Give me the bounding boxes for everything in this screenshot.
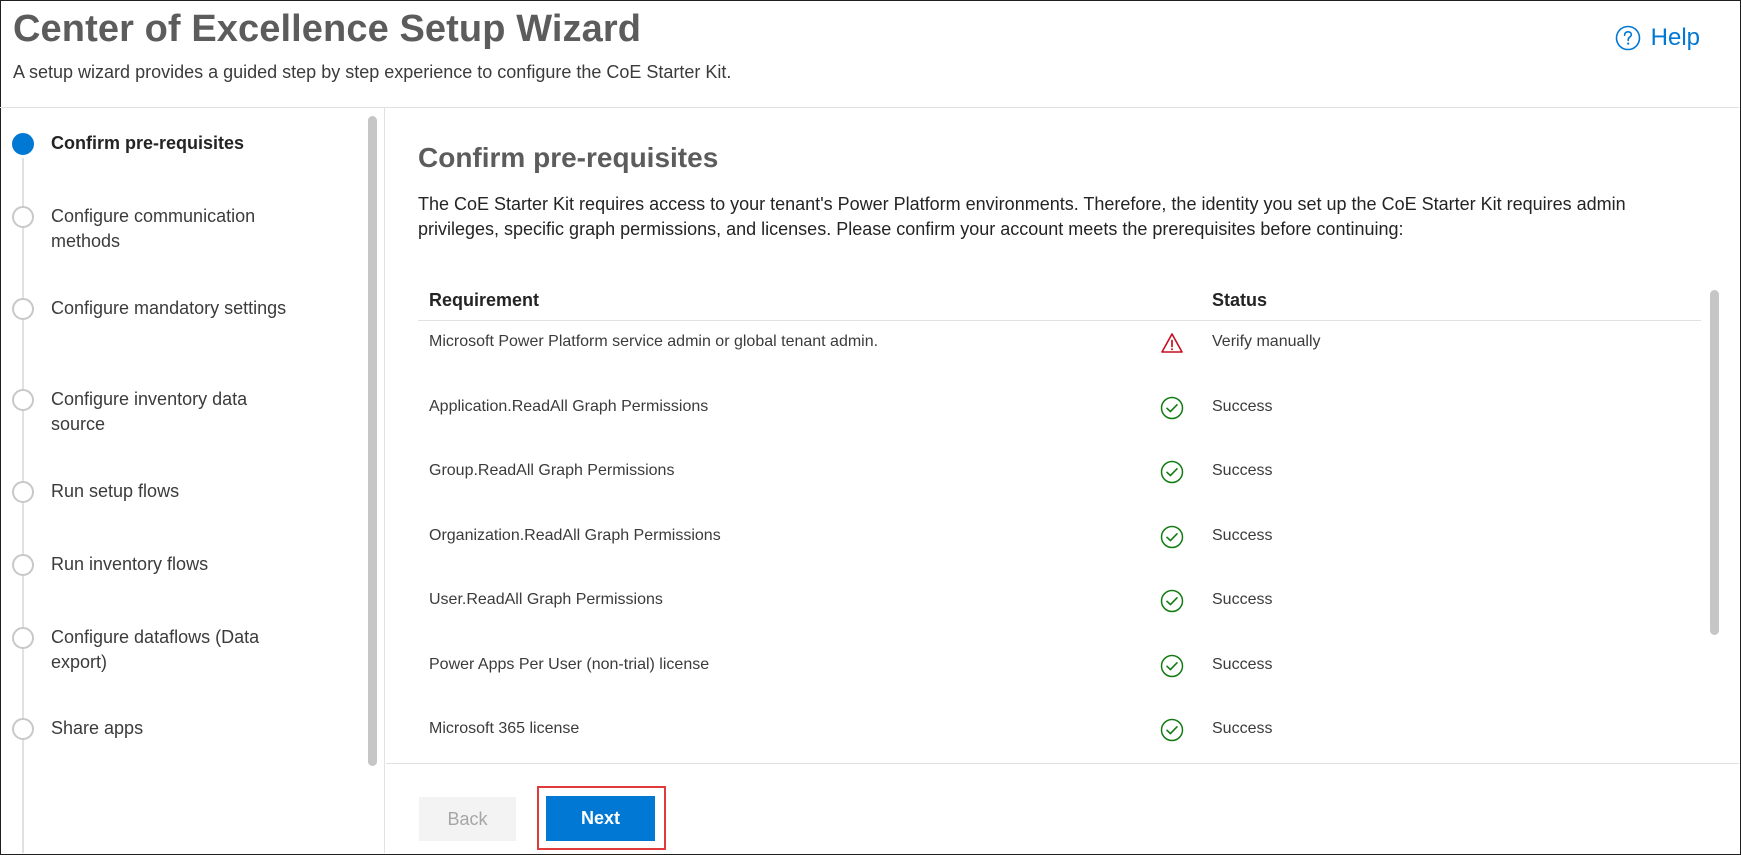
next-button-highlight: Next (537, 786, 666, 850)
step-dot-icon (12, 627, 34, 649)
step-label: Run setup flows (51, 481, 180, 501)
section-heading: Confirm pre-requisites (418, 142, 719, 173)
status-cell: Success (1212, 526, 1273, 544)
intro-text: The CoE Starter Kit requires access to y… (418, 194, 1626, 239)
step-dot-icon (12, 554, 34, 576)
success-check-icon (1160, 460, 1184, 484)
requirement-cell: Group.ReadAll Graph Permissions (429, 462, 675, 479)
table-row: Organization.ReadAll Graph Permissions S… (418, 515, 1701, 580)
step-active-dot-icon (12, 133, 34, 155)
requirement-cell: Microsoft 365 license (429, 720, 580, 737)
success-check-icon (1160, 654, 1184, 677)
help-label: Help (1650, 24, 1700, 51)
success-check-icon (1160, 718, 1184, 742)
help-circle-icon (1615, 25, 1640, 51)
table-row: Application.ReadAll Graph Permissions Su… (418, 386, 1701, 451)
step-configure-inventory-source[interactable]: Configure inventory data source (12, 389, 291, 437)
success-check-icon (1160, 589, 1184, 613)
step-label: Share apps (51, 718, 144, 738)
main-scrollbar[interactable] (1710, 290, 1719, 635)
status-cell: Success (1212, 591, 1273, 608)
requirement-cell: Organization.ReadAll Graph Permissions (429, 526, 721, 544)
step-dot-icon (12, 298, 34, 320)
requirement-cell: Application.ReadAll Graph Permissions (429, 397, 709, 415)
status-cell: Success (1212, 720, 1273, 737)
column-header-status: Status (1212, 290, 1268, 310)
table-row: Group.ReadAll Graph Permissions Success (418, 450, 1701, 515)
step-label: Configure communication methods (51, 206, 256, 251)
column-header-requirement: Requirement (429, 290, 540, 310)
success-check-icon (1160, 525, 1184, 548)
step-label: Configure inventory data source (51, 389, 248, 434)
step-run-inventory-flows[interactable]: Run inventory flows (12, 554, 291, 577)
table-row: User.ReadAll Graph Permissions Success (418, 579, 1701, 644)
step-configure-communication[interactable]: Configure communication methods (12, 206, 291, 254)
page-title: Center of Excellence Setup Wizard (13, 8, 642, 50)
step-dot-icon (12, 389, 34, 411)
step-dot-icon (12, 206, 34, 228)
status-cell: Success (1212, 462, 1273, 479)
warning-icon (1161, 333, 1183, 353)
step-run-setup-flows[interactable]: Run setup flows (12, 481, 291, 504)
step-label: Confirm pre-requisites (51, 133, 245, 153)
requirement-cell: Power Apps Per User (non-trial) license (429, 655, 710, 673)
table-row: Microsoft 365 license Success (418, 708, 1701, 763)
wizard-steps-sidebar: Confirm pre-requisites Configure communi… (0, 108, 385, 853)
status-cell: Success (1212, 397, 1273, 415)
step-label: Run inventory flows (51, 554, 209, 574)
step-configure-dataflows[interactable]: Configure dataflows (Data export) (12, 627, 291, 675)
back-button[interactable]: Back (419, 797, 516, 841)
table-header: Requirement Status (418, 278, 1701, 321)
success-check-icon (1160, 396, 1184, 419)
requirements-table: Requirement Status Microsoft Power Platf… (418, 278, 1701, 763)
status-cell: Success (1212, 655, 1273, 673)
requirement-cell: Microsoft Power Platform service admin o… (429, 333, 879, 350)
step-share-apps[interactable]: Share apps (12, 718, 291, 741)
step-dot-icon (12, 718, 34, 740)
sidebar-scrollbar[interactable] (368, 116, 377, 766)
requirement-cell: User.ReadAll Graph Permissions (429, 591, 663, 608)
step-label: Configure dataflows (Data export) (51, 627, 260, 672)
status-cell: Verify manually (1212, 333, 1321, 350)
next-button[interactable]: Next (546, 796, 655, 841)
main-content: Confirm pre-requisites The CoE Starter K… (386, 108, 1739, 763)
header: Center of Excellence Setup Wizard A setu… (0, 0, 1739, 108)
step-connector-line (22, 158, 24, 853)
step-dot-icon (12, 481, 34, 503)
step-confirm-prerequisites[interactable]: Confirm pre-requisites (12, 133, 291, 156)
wizard-footer: Back Next (386, 763, 1739, 853)
step-label: Configure mandatory settings (51, 298, 287, 318)
help-link[interactable]: Help (1615, 24, 1700, 52)
step-configure-mandatory-settings[interactable]: Configure mandatory settings (12, 298, 291, 321)
page-subtitle: A setup wizard provides a guided step by… (13, 62, 732, 82)
table-row: Power Apps Per User (non-trial) license … (418, 644, 1701, 709)
table-row: Microsoft Power Platform service admin o… (418, 321, 1701, 386)
